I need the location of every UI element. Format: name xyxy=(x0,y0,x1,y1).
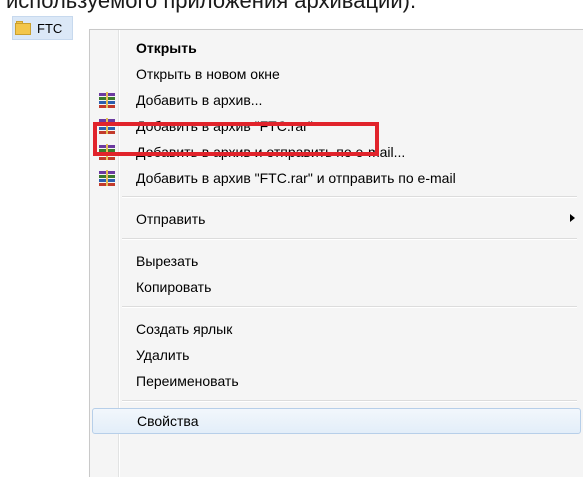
menu-item-add-to-archive[interactable]: Добавить в архив... xyxy=(91,87,577,112)
menu-item-send-to[interactable]: Отправить xyxy=(91,206,577,231)
menu-item-label: Создать ярлык xyxy=(136,320,233,337)
menu-item-label: Добавить в архив... xyxy=(136,91,263,108)
menu-item-label: Открыть xyxy=(136,39,197,56)
winrar-icon xyxy=(98,169,116,186)
folder-item-ftc[interactable]: FTC xyxy=(12,16,74,40)
winrar-icon xyxy=(98,91,116,108)
menu-item-copy[interactable]: Копировать xyxy=(91,274,577,299)
menu-item-open[interactable]: Открыть xyxy=(91,35,577,60)
menu-separator xyxy=(122,400,577,402)
menu-item-cut[interactable]: Вырезать xyxy=(91,248,577,273)
menu-item-label: Добавить в архив "FTC.rar" и отправить п… xyxy=(136,169,456,186)
submenu-arrow-icon xyxy=(570,214,575,222)
menu-item-label: Переименовать xyxy=(136,372,239,389)
menu-item-label: Отправить xyxy=(136,210,206,227)
menu-item-properties[interactable]: Свойства xyxy=(92,408,581,434)
folder-icon xyxy=(15,21,31,35)
menu-item-add-ftc-rar-and-email[interactable]: Добавить в архив "FTC.rar" и отправить п… xyxy=(91,165,577,190)
menu-item-delete[interactable]: Удалить xyxy=(91,342,577,367)
menu-separator xyxy=(122,306,577,308)
context-menu: Открыть Открыть в новом окне Добавить в … xyxy=(89,29,583,477)
menu-separator xyxy=(122,238,577,240)
menu-item-label: Открыть в новом окне xyxy=(136,65,280,82)
folder-name: FTC xyxy=(37,20,63,36)
menu-item-label: Копировать xyxy=(136,278,212,295)
menu-item-label: Вырезать xyxy=(136,252,199,269)
caption-text: используемого приложения архивации). xyxy=(6,0,417,13)
menu-item-label: Свойства xyxy=(137,413,199,429)
menu-item-label: Удалить xyxy=(136,346,190,363)
menu-separator xyxy=(122,196,577,198)
menu-item-open-new-window[interactable]: Открыть в новом окне xyxy=(91,61,577,86)
highlight-frame xyxy=(93,122,379,156)
menu-item-create-shortcut[interactable]: Создать ярлык xyxy=(91,316,577,341)
menu-item-rename[interactable]: Переименовать xyxy=(91,368,577,393)
